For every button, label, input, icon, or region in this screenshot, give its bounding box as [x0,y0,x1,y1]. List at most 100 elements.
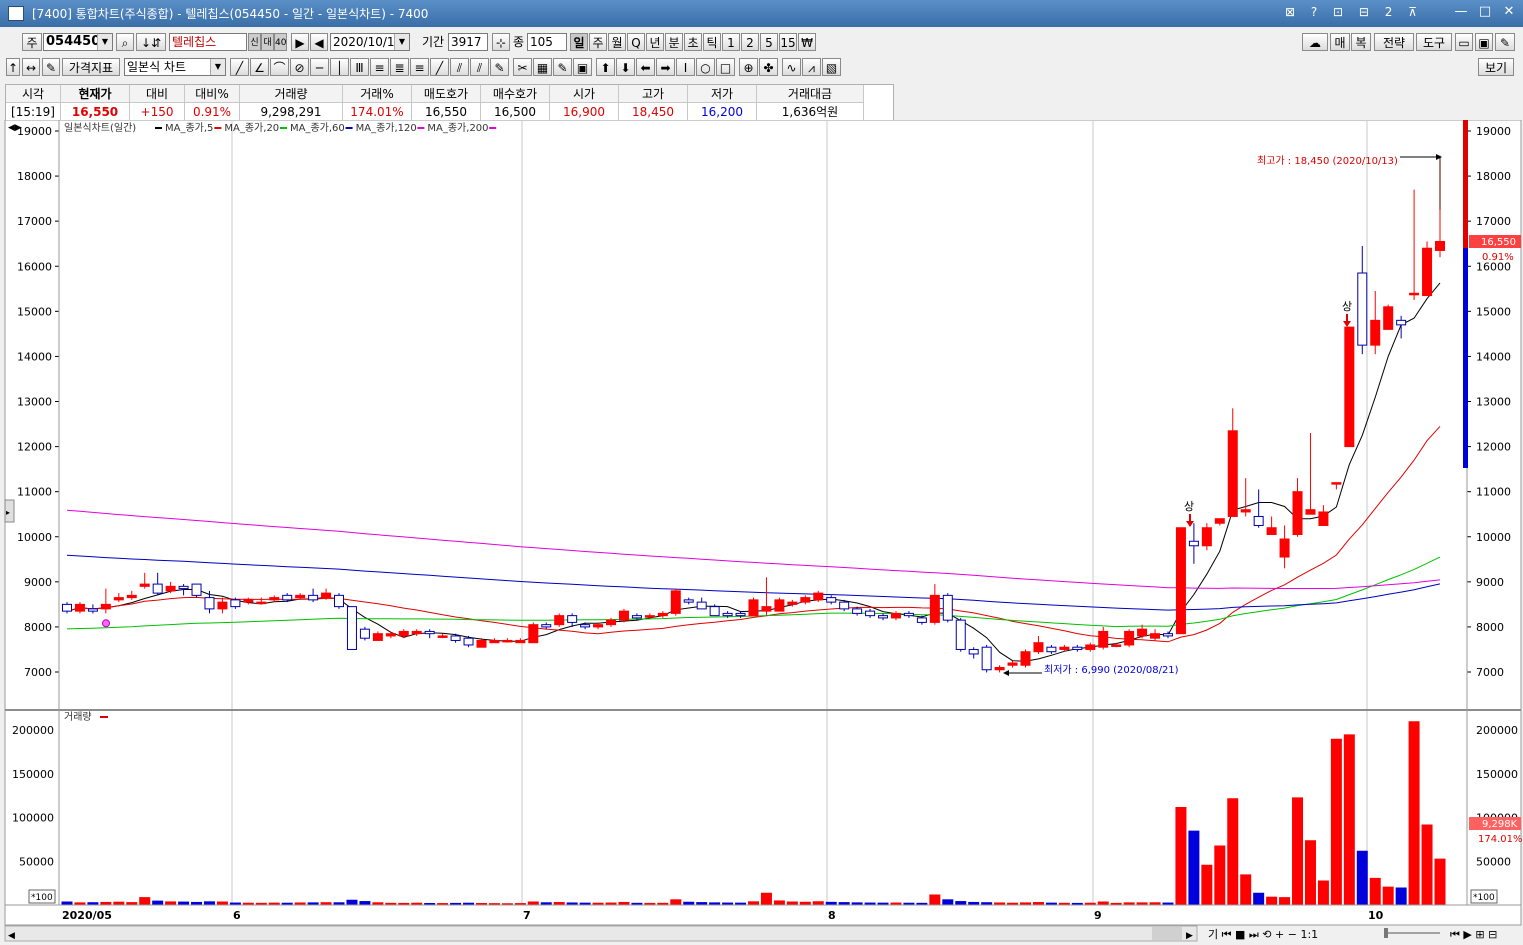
chart-canvas[interactable]: 7000 7000 8000 8000 9000 9000 10000 10000 11000 1… [0,120,1523,945]
draw-tool-icon-17[interactable]: ▣ [573,58,592,76]
period-input[interactable]: 3917 [448,33,488,51]
interval-5[interactable]: 분 [665,33,683,51]
titlebar-tool-icons[interactable]: ⊠ ? ⊡ ⊟ 2 ⊼ [1285,5,1423,19]
candle [735,612,746,617]
draw-tool-icon-14[interactable]: ✂ [513,58,532,76]
candle [243,599,254,603]
bottom-controls[interactable]: 기 ⏮ ■ ⏭ ⟲ + − 1:1 [1208,928,1318,941]
interval-12[interactable]: ₩ [798,33,816,51]
draw-tool-icon-6[interactable]: Ⅲ [350,58,369,76]
scroll-right-icon[interactable]: ▶ [1186,931,1193,941]
horizontal-scrollbar[interactable] [4,925,1198,942]
quote-value-11: 1,636억원 [756,102,864,120]
side-arrow-icon[interactable]: ▸ [6,508,10,517]
candle [1396,319,1407,326]
interval-1[interactable]: 주 [589,33,607,51]
prev-arrow-icon[interactable]: ◀ [310,33,328,51]
expand-icon[interactable]: ↔ [22,58,40,76]
sort-icon[interactable]: ↓⇵ [136,33,166,51]
view-button[interactable]: 보기 [1478,58,1514,76]
draw-tool-icon-12[interactable]: ⫽ [470,58,489,76]
collapse-arrows-icon[interactable]: ◀▶ [8,123,22,133]
folder-icon[interactable]: ▭ [1455,33,1473,51]
chart-type-select[interactable]: 일본식 차트 ▼ [124,58,226,76]
draw-tool-icon-21[interactable]: ➡ [656,58,675,76]
candle [1162,633,1173,637]
next-arrow-icon[interactable]: ▶ [291,33,309,51]
trade-button[interactable]: 매 [1330,33,1350,51]
draw-tool-icon-2[interactable]: ⌒ [270,58,289,76]
cloud-icon[interactable]: ☁ [1302,33,1328,51]
interval-7[interactable]: 틱 [703,33,721,51]
draw-tool-icon-1[interactable]: ∠ [250,58,269,76]
candle [1085,644,1096,650]
candle [774,599,785,612]
interval-4[interactable]: 년 [646,33,664,51]
draw-tool-icon-8[interactable]: ≣ [390,58,409,76]
draw-tool-icon-18[interactable]: ⬆ [596,58,615,76]
minimize-button[interactable]: — [1451,3,1471,21]
draw-tool-icon-5[interactable]: │ [330,58,349,76]
draw-tool-icon-24[interactable]: □ [716,58,735,76]
draw-tool-icon-20[interactable]: ⬅ [636,58,655,76]
interval-3[interactable]: Q [627,33,645,51]
quote-value-7: 16,500 [480,102,550,120]
multi-button[interactable]: 복 [1351,33,1371,51]
draw-tool-icon-4[interactable]: ─ [310,58,329,76]
interval-11[interactable]: 15 [779,33,797,51]
restore-button[interactable]: □ [1475,3,1495,21]
volume-bar [1330,738,1342,905]
scroll-left-icon[interactable]: ◀ [8,931,15,941]
wrench-icon[interactable]: ✎ [1495,33,1515,51]
draw-tool-icon-25[interactable]: ⊕ [739,58,758,76]
draw-tool-icon-19[interactable]: ⬇ [616,58,635,76]
draw-tool-icon-10[interactable]: ╱ [430,58,449,76]
strategy-button[interactable]: 전략 [1374,33,1414,51]
chevron-down-icon[interactable]: ▼ [97,34,112,50]
title-bar: [7400] 통합차트(주식종합) - 텔레칩스(054450 - 일간 - 일… [0,0,1523,27]
event-marker[interactable] [102,619,110,628]
stock-code-input[interactable]: 054450 ▼ [43,33,113,51]
interval-9[interactable]: 2 [741,33,759,51]
draw-tool-icon-27[interactable]: ∿ [782,58,801,76]
draw-tool-icon-15[interactable]: ▦ [533,58,552,76]
draw-tool-icon-29[interactable]: ▧ [822,58,841,76]
draw-tool-icon-11[interactable]: ⫽ [450,58,469,76]
crosshair-icon[interactable]: ⊹ [492,33,510,51]
draw-tool-icon-13[interactable]: ✎ [490,58,509,76]
zoom-slider-handle[interactable] [1384,928,1388,938]
nav-end-icons[interactable]: ⏮ ▶ ⊞ ⊟ [1450,928,1497,941]
tools-button[interactable]: 도구 [1416,33,1452,51]
interval-10[interactable]: 5 [760,33,778,51]
close-button[interactable]: ✕ [1499,3,1519,21]
draw-tool-icon-3[interactable]: ⊘ [290,58,309,76]
up-arrow-icon[interactable]: ↑ [6,58,20,76]
edit-icon[interactable]: ✎ [42,58,60,76]
calendar-dropdown-icon[interactable]: ▼ [394,34,409,50]
count-input[interactable]: 105 [527,33,567,51]
indicator-button[interactable]: 가격지표 [62,58,120,76]
date-input[interactable]: 2020/10/13 ▼ [330,33,410,51]
scrollbar-thumb[interactable] [1152,927,1182,940]
y-tick-right-11: 18000 [1476,170,1511,183]
draw-tool-icon-7[interactable]: ≡ [370,58,389,76]
search-icon[interactable]: ⌕ [116,33,134,51]
draw-tool-icon-16[interactable]: ✎ [553,58,572,76]
interval-6[interactable]: 초 [684,33,702,51]
candle [126,594,137,599]
interval-0[interactable]: 일 [570,33,588,51]
y-tick-right-6: 13000 [1476,396,1511,409]
draw-tool-icon-0[interactable]: ╱ [230,58,249,76]
draw-tool-icon-23[interactable]: ○ [696,58,715,76]
draw-tool-icon-26[interactable]: ✤ [759,58,778,76]
candle [359,628,370,639]
save-icon[interactable]: ▣ [1475,33,1493,51]
draw-tool-icon-22[interactable]: Ⅰ [676,58,695,76]
candle [1124,630,1135,646]
interval-8[interactable]: 1 [722,33,740,51]
draw-tool-icon-9[interactable]: ≡ [410,58,429,76]
chevron-down-icon[interactable]: ▼ [210,59,225,75]
interval-2[interactable]: 월 [608,33,626,51]
market-select[interactable]: 주 [22,33,42,51]
draw-tool-icon-28[interactable]: ⩘ [802,58,821,76]
